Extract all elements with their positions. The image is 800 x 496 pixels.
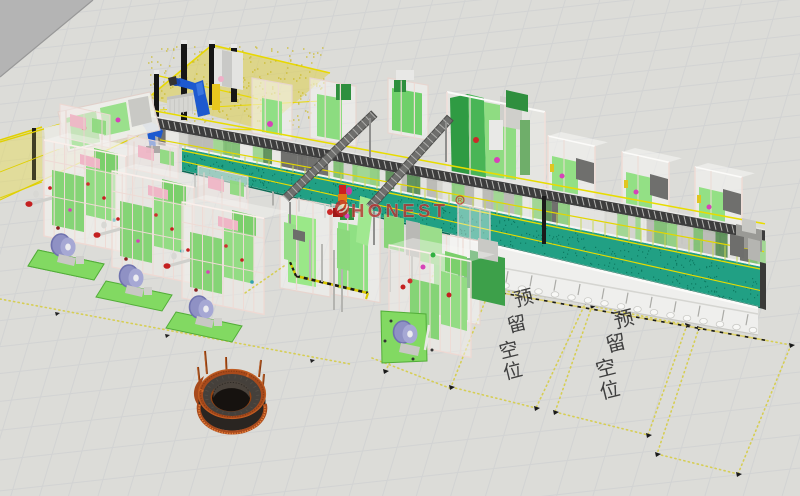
- svg-text:HONEST: HONEST: [351, 200, 449, 221]
- svg-text:R: R: [458, 199, 463, 205]
